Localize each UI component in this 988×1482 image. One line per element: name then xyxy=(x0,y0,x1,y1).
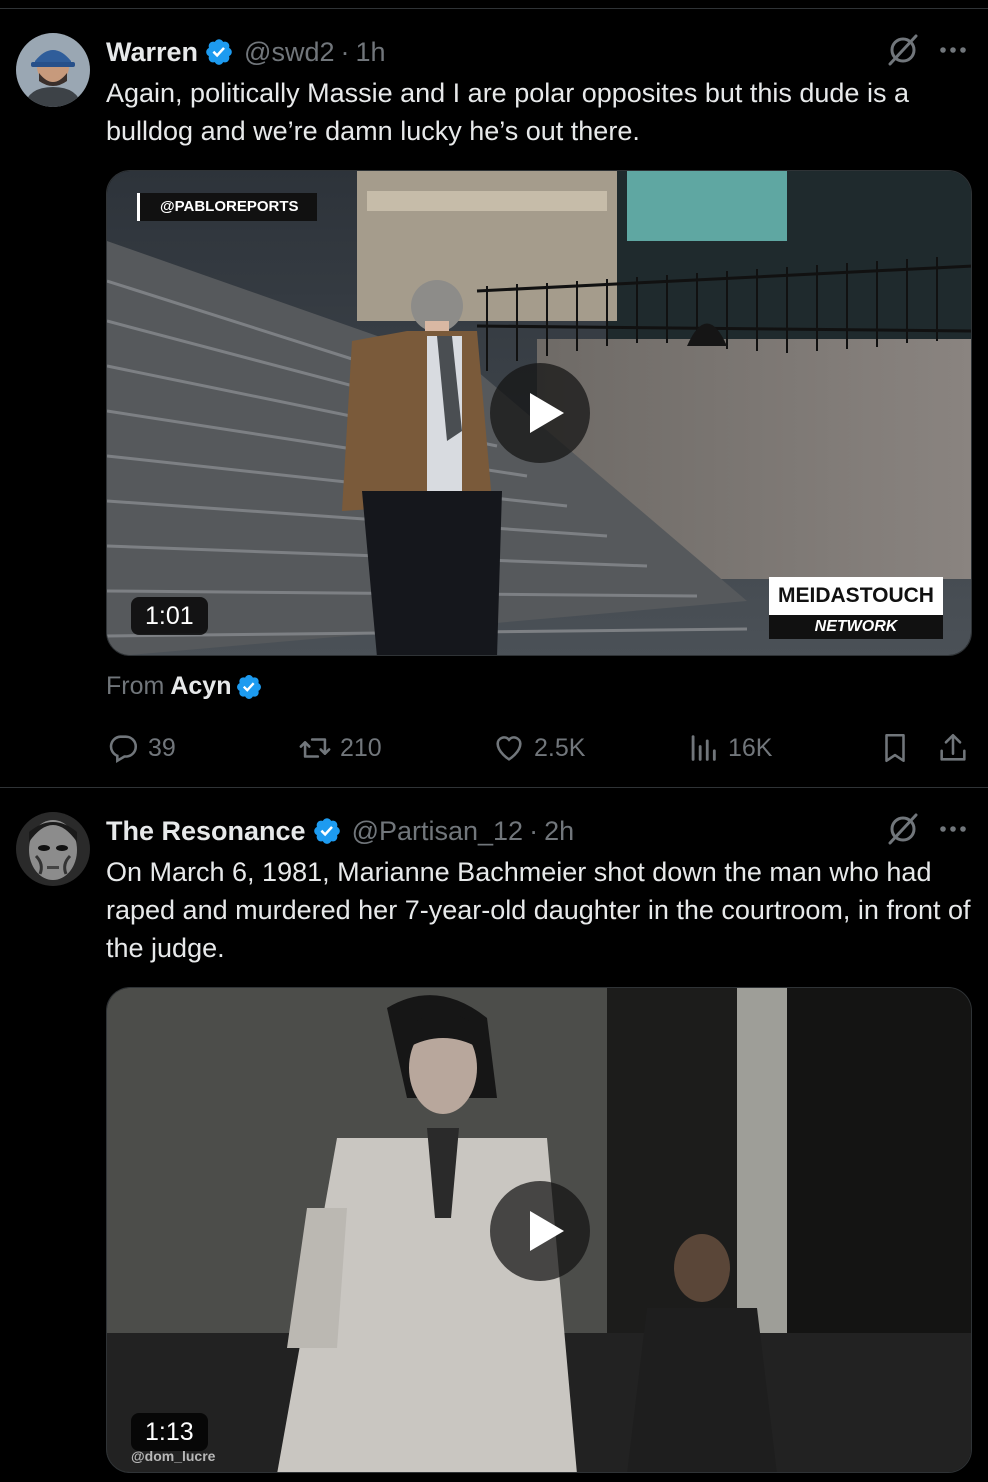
from-label: From xyxy=(106,672,165,700)
views-icon xyxy=(691,735,716,761)
share-button[interactable] xyxy=(936,728,970,768)
play-icon[interactable] xyxy=(490,363,590,463)
verified-badge-icon xyxy=(313,818,340,844)
video-player[interactable]: 1:13 @dom_lucre xyxy=(106,987,972,1473)
repost-count: 210 xyxy=(340,733,382,762)
tweet-text: Again, politically Massie and I are pola… xyxy=(106,78,909,146)
grok-icon[interactable] xyxy=(885,32,921,68)
reply-button[interactable]: 39 xyxy=(106,728,176,768)
verified-badge-icon xyxy=(237,674,262,699)
reply-count: 39 xyxy=(148,733,176,762)
tweet-header: Warren @swd2 · 1h xyxy=(106,34,386,70)
separator-dot: · xyxy=(529,815,539,846)
timestamp[interactable]: 2h xyxy=(544,816,574,847)
verified-badge-icon xyxy=(206,39,232,65)
avatar[interactable] xyxy=(16,812,90,886)
source-name[interactable]: Acyn xyxy=(170,672,231,701)
timestamp[interactable]: 1h xyxy=(355,37,385,68)
reply-icon xyxy=(109,735,138,764)
separator-dot: · xyxy=(340,36,350,67)
grok-icon[interactable] xyxy=(885,811,921,847)
play-icon[interactable] xyxy=(490,1181,590,1281)
video-duration: 1:01 xyxy=(131,597,208,635)
top-divider xyxy=(0,8,988,9)
video-duration: 1:13 xyxy=(131,1413,208,1451)
display-name[interactable]: Warren xyxy=(106,37,198,68)
views-button[interactable]: 16K xyxy=(686,728,772,768)
action-bar: 39 210 2.5K 16K xyxy=(106,728,972,768)
network-logo-subtitle: NETWORK xyxy=(769,615,943,639)
display-name[interactable]: The Resonance xyxy=(106,816,306,847)
tweet[interactable]: The Resonance @Partisan_12 · 2h On March… xyxy=(0,789,988,1482)
source-attribution[interactable]: From Acyn xyxy=(106,672,263,701)
bookmark-icon xyxy=(885,733,905,763)
handle[interactable]: @swd2 xyxy=(244,37,334,68)
tweet-text: On March 6, 1981, Marianne Bachmeier sho… xyxy=(106,857,971,963)
more-icon[interactable] xyxy=(935,811,971,847)
view-count: 16K xyxy=(728,733,773,762)
source-tag: @PABLOREPORTS xyxy=(137,193,317,221)
like-icon xyxy=(496,736,522,761)
like-count: 2.5K xyxy=(534,733,586,762)
video-watermark: @dom_lucre xyxy=(131,1448,216,1464)
tweet-header: The Resonance @Partisan_12 · 2h xyxy=(106,813,574,849)
repost-button[interactable]: 210 xyxy=(298,728,382,768)
repost-icon xyxy=(299,738,331,758)
share-icon xyxy=(940,733,966,761)
tweet[interactable]: Warren @swd2 · 1h Again, politically Mas… xyxy=(0,10,988,788)
more-icon[interactable] xyxy=(935,32,971,68)
network-logo-title: MEIDASTOUCH xyxy=(769,577,943,615)
bookmark-button[interactable] xyxy=(878,728,912,768)
video-player[interactable]: @PABLOREPORTS MEIDASTOUCH NETWORK 1:01 xyxy=(106,170,972,656)
avatar[interactable] xyxy=(16,33,90,107)
like-button[interactable]: 2.5K xyxy=(492,728,585,768)
network-logo: MEIDASTOUCH NETWORK xyxy=(769,577,943,639)
handle[interactable]: @Partisan_12 xyxy=(352,816,524,847)
